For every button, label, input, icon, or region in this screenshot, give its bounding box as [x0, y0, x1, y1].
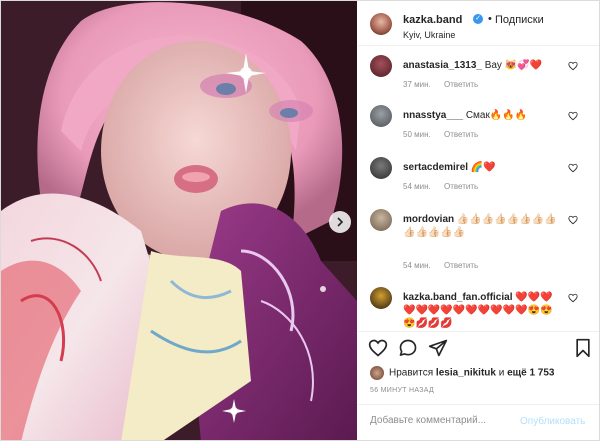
comment-username[interactable]: anastasia_1313_ — [403, 60, 482, 71]
post-location[interactable]: Kyiv, Ukraine — [403, 30, 455, 40]
likes-count[interactable]: ещё 1 753 — [507, 368, 554, 379]
comment-username[interactable]: sertacdemirel — [403, 162, 468, 173]
comment-time[interactable]: 54 мин. — [403, 182, 431, 191]
commenter-avatar[interactable] — [370, 209, 392, 231]
comment-time[interactable]: 50 мин. — [403, 130, 431, 139]
post-sidebar: kazka.band ✓ • Подписки Kyiv, Ukraine an… — [358, 1, 599, 440]
comment-time[interactable]: 54 мин. — [403, 261, 431, 270]
comment-meta: 37 мин. Ответить — [403, 80, 489, 89]
comment-meta: 54 мин. Ответить — [403, 182, 489, 191]
comment-text: nnasstya___ Смак🔥🔥🔥 — [403, 109, 563, 122]
comment-meta: 50 мин. Ответить — [403, 130, 489, 139]
comment-meta: 54 мин. Ответить — [403, 261, 489, 270]
comment-username[interactable]: kazka.band_fan.official — [403, 292, 512, 303]
liker-username[interactable]: lesia_nikituk — [436, 368, 496, 379]
reply-button[interactable]: Ответить — [444, 130, 478, 139]
post-actions: Нравится lesia_nikituk и ещё 1 753 56 МИ… — [358, 331, 599, 440]
comment-text: mordovian 👍🏻👍🏻👍🏻👍🏻👍🏻👍🏻👍🏻👍🏻👍🏻👍🏻👍🏻👍🏻👍🏻 — [403, 213, 563, 239]
next-arrow-icon — [337, 217, 344, 227]
comment-text: anastasia_1313_ Вау 😻💞❤️ — [403, 59, 563, 72]
author-avatar[interactable] — [370, 13, 392, 35]
bookmark-icon[interactable] — [574, 338, 592, 358]
publish-button[interactable]: Опубликовать — [520, 416, 585, 427]
heart-icon[interactable] — [568, 61, 578, 71]
likes-summary: Нравится lesia_nikituk и ещё 1 753 — [370, 366, 554, 380]
post-header: kazka.band ✓ • Подписки Kyiv, Ukraine — [358, 1, 599, 46]
add-comment-bar: Опубликовать — [358, 404, 599, 440]
commenter-avatar[interactable] — [370, 157, 392, 179]
comment-time[interactable]: 37 мин. — [403, 80, 431, 89]
liker-avatar[interactable] — [370, 366, 384, 380]
likes-prefix: Нравится — [389, 367, 434, 379]
reply-button[interactable]: Ответить — [444, 182, 478, 191]
comment-body: 🌈❤️ — [470, 162, 496, 173]
heart-icon[interactable] — [568, 111, 578, 121]
commenter-avatar[interactable] — [370, 105, 392, 127]
header-separator: • — [488, 13, 492, 25]
next-photo-button[interactable] — [329, 211, 351, 233]
verified-badge-icon: ✓ — [473, 14, 483, 24]
share-icon[interactable] — [428, 338, 448, 358]
author-username[interactable]: kazka.band — [403, 14, 462, 26]
reply-button[interactable]: Ответить — [444, 80, 478, 89]
photo-illustration — [1, 1, 357, 440]
following-button[interactable]: Подписки — [495, 14, 544, 26]
comment-body: Смак🔥🔥🔥 — [465, 110, 528, 121]
heart-icon[interactable] — [368, 338, 388, 358]
reply-button[interactable]: Ответить — [444, 261, 478, 270]
comment-username[interactable]: nnasstya___ — [403, 110, 463, 121]
comment-username[interactable]: mordovian — [403, 214, 454, 225]
post-window: kazka.band ✓ • Подписки Kyiv, Ukraine an… — [0, 0, 600, 441]
comment-text: sertacdemirel 🌈❤️ — [403, 161, 563, 174]
commenter-avatar[interactable] — [370, 287, 392, 309]
heart-icon[interactable] — [568, 293, 578, 303]
post-timestamp[interactable]: 56 МИНУТ НАЗАД — [370, 387, 434, 394]
likes-conjunction: и — [498, 367, 505, 379]
heart-icon[interactable] — [568, 215, 578, 225]
comment-body: Вау 😻💞❤️ — [484, 60, 543, 71]
heart-icon[interactable] — [568, 163, 578, 173]
comment-icon[interactable] — [398, 338, 418, 358]
comment-input[interactable] — [370, 415, 520, 426]
commenter-avatar[interactable] — [370, 55, 392, 77]
post-photo[interactable] — [1, 1, 357, 440]
comment-text: kazka.band_fan.official ❤️❤️❤️❤️❤️❤️❤️❤️… — [403, 291, 563, 330]
